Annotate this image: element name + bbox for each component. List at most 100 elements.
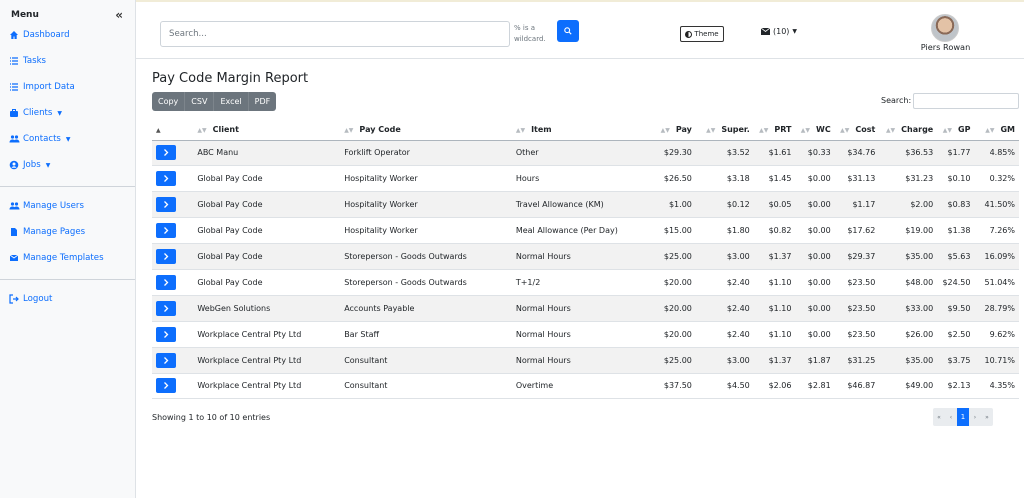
column-header-charge[interactable]: ▲▼ Charge — [879, 120, 938, 141]
cell-charge: $19.00 — [879, 217, 938, 245]
chevron-right-icon — [164, 201, 169, 209]
avatar[interactable] — [931, 14, 959, 42]
cell-cost: $31.25 — [834, 347, 880, 374]
sidebar-item-clients[interactable]: Clients ▼ — [0, 100, 135, 126]
cell-wc: $0.33 — [795, 140, 835, 167]
cell-gp: $5.63 — [937, 243, 975, 270]
cell-cost: $1.17 — [834, 191, 880, 219]
column-header-label: WC — [816, 125, 831, 135]
double-chevron-left-icon[interactable]: « — [115, 9, 123, 21]
file-icon — [9, 227, 21, 237]
open-row-button[interactable] — [156, 145, 176, 161]
cell-super: $4.50 — [695, 373, 754, 400]
cell-charge: $48.00 — [879, 269, 938, 296]
export-pdf-button[interactable]: PDF — [247, 92, 277, 111]
briefcase-icon — [9, 108, 21, 118]
cell-client: ABC Manu — [193, 140, 341, 167]
sidebar-item-label: Contacts — [23, 134, 61, 144]
open-row-button[interactable] — [156, 249, 176, 264]
sidebar-item-jobs[interactable]: Jobs ▼ — [0, 152, 135, 178]
sidebar-item-logout[interactable]: Logout — [0, 286, 135, 312]
sort-icon: ▲▼ — [759, 127, 769, 135]
column-header-action[interactable]: ▲ — [152, 120, 194, 141]
table-body: ABC Manu Forklift Operator Other $29.30 $3.5… — [152, 140, 1019, 400]
export-csv-button[interactable]: CSV — [184, 92, 213, 111]
export-excel-button[interactable]: Excel — [213, 92, 247, 111]
first-page-button[interactable]: « — [933, 408, 945, 426]
cell-item: Normal Hours — [511, 321, 636, 348]
home-icon — [9, 30, 21, 40]
envelope-icon — [9, 253, 21, 263]
open-row-button[interactable] — [156, 378, 176, 394]
mail-dropdown[interactable]: (10) ▼ — [761, 27, 797, 36]
cell-item: Normal Hours — [511, 347, 636, 374]
cell-charge: $26.00 — [879, 321, 938, 348]
cell-client: Workplace Central Pty Ltd — [193, 321, 341, 348]
sidebar-item-manage-users[interactable]: Manage Users — [0, 193, 135, 219]
sidebar-item-dashboard[interactable]: Dashboard — [0, 22, 135, 48]
theme-button[interactable]: Theme — [680, 26, 724, 42]
next-page-button[interactable]: › — [969, 408, 981, 426]
sidebar-item-manage-templates[interactable]: Manage Templates — [0, 245, 135, 271]
caret-down-icon: ▼ — [65, 135, 71, 143]
open-row-button[interactable] — [156, 197, 176, 213]
row-action-cell — [152, 243, 194, 270]
column-header-label: Cost — [855, 125, 876, 135]
column-header-item[interactable]: ▲▼ Item — [511, 120, 636, 141]
cell-gm: 9.62% — [974, 321, 1019, 348]
open-row-button[interactable] — [156, 300, 176, 316]
open-row-button[interactable] — [156, 171, 176, 187]
table-search-input[interactable] — [913, 93, 1019, 109]
cell-pay: $29.30 — [635, 140, 696, 167]
sidebar-item-label: Clients — [23, 108, 53, 118]
cell-cost: $46.87 — [834, 373, 880, 400]
column-header-gp[interactable]: ▲▼ GP — [937, 120, 975, 141]
cell-pay: $25.00 — [635, 243, 696, 270]
open-row-button[interactable] — [156, 274, 176, 290]
open-row-button[interactable] — [156, 223, 176, 239]
cell-pay-code: Storeperson - Goods Outwards — [340, 243, 512, 270]
column-header-gm[interactable]: ▲▼ GM — [974, 120, 1019, 141]
cell-client: Global Pay Code — [193, 269, 341, 296]
sidebar-divider — [0, 186, 135, 187]
open-row-button[interactable] — [156, 326, 176, 342]
last-page-button[interactable]: » — [981, 408, 993, 426]
theme-label: Theme — [694, 30, 719, 38]
cell-charge: $2.00 — [879, 191, 938, 219]
column-header-pay[interactable]: ▲▼ Pay — [635, 120, 696, 141]
cell-gm: 51.04% — [974, 269, 1019, 296]
sort-icon: ▲▼ — [660, 127, 670, 135]
sidebar-item-tasks[interactable]: Tasks — [0, 48, 135, 74]
cell-gm: 41.50% — [974, 191, 1019, 219]
page-1-button[interactable]: 1 — [957, 408, 969, 426]
column-header-label: Client — [212, 125, 239, 135]
column-header-prt[interactable]: ▲▼ PRT — [753, 120, 796, 141]
column-header-super[interactable]: ▲▼ Super. — [695, 120, 754, 141]
prev-page-button[interactable]: ‹ — [945, 408, 957, 426]
sidebar-divider — [0, 279, 135, 280]
column-header-cost[interactable]: ▲▼ Cost — [834, 120, 880, 141]
search-input[interactable] — [160, 21, 510, 47]
chevron-right-icon — [164, 304, 169, 312]
export-copy-button[interactable]: Copy — [152, 92, 184, 111]
sidebar-item-import-data[interactable]: Import Data — [0, 74, 135, 100]
open-row-button[interactable] — [156, 352, 176, 368]
sidebar-item-contacts[interactable]: Contacts ▼ — [0, 126, 135, 152]
column-header-wc[interactable]: ▲▼ WC — [795, 120, 835, 141]
sidebar-item-label: Tasks — [23, 56, 47, 66]
sidebar-item-manage-pages[interactable]: Manage Pages — [0, 219, 135, 245]
column-header-pay-code[interactable]: ▲▼ Pay Code — [340, 120, 512, 141]
chevron-right-icon — [164, 253, 169, 260]
cell-pay-code: Hospitality Worker — [340, 191, 512, 219]
column-header-client[interactable]: ▲▼ Client — [193, 120, 341, 141]
cell-gm: 4.35% — [974, 373, 1019, 400]
cell-super: $3.00 — [695, 347, 754, 374]
pagination: «‹ 1 ›» — [933, 408, 993, 426]
sidebar: Menu « Dashboard Tasks Import Data Clients ▼… — [0, 0, 136, 498]
table-row: Global Pay Code Hospitality Worker Meal Al… — [152, 217, 1019, 245]
search-button[interactable] — [557, 20, 579, 42]
table-row: Global Pay Code Hospitality Worker Travel … — [152, 191, 1019, 219]
cell-charge: $49.00 — [879, 373, 938, 400]
chevron-right-icon — [164, 149, 169, 157]
cell-cost: $31.13 — [834, 165, 880, 193]
